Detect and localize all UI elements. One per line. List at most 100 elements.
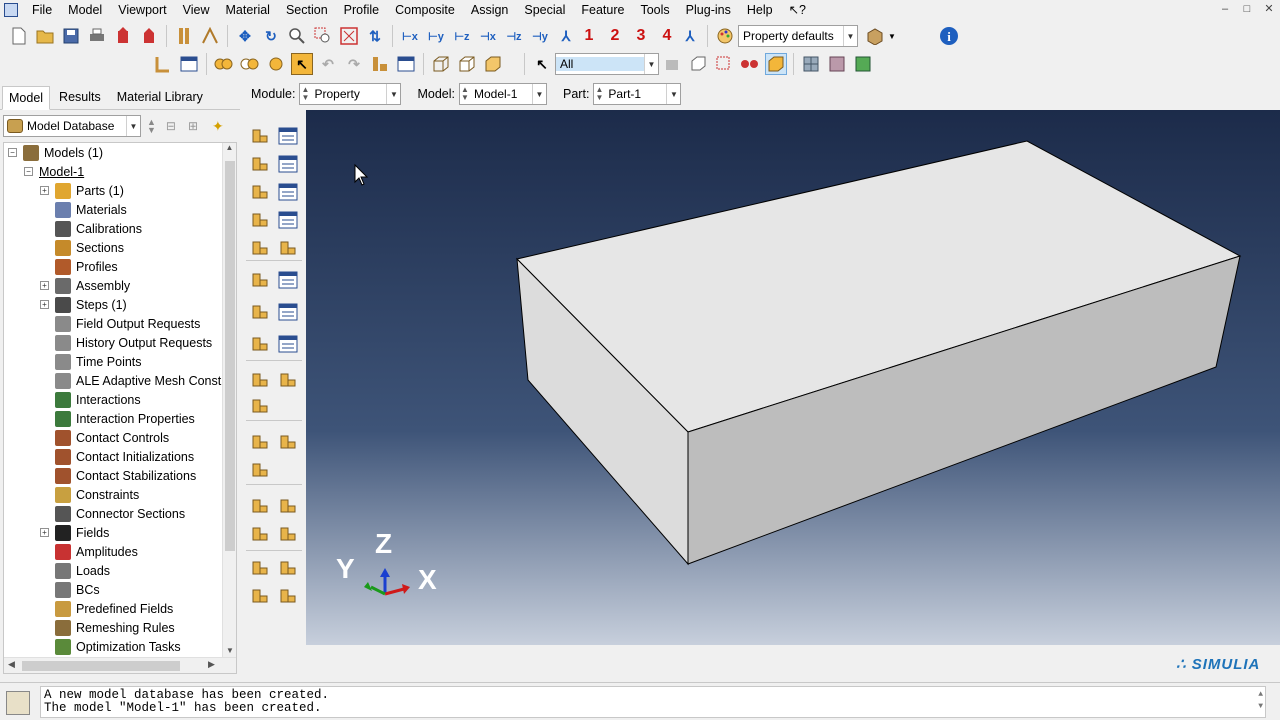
sort-arrows-icon[interactable]: ▲ ▼	[147, 118, 156, 135]
tree-item[interactable]: Amplitudes	[40, 542, 138, 561]
scroll-right-icon[interactable]: ▶	[208, 659, 215, 670]
menu-feature[interactable]: Feature	[573, 0, 632, 20]
lightbulb-icon[interactable]: ✦	[212, 118, 224, 135]
collapse-icon[interactable]: −	[24, 167, 33, 176]
skin-manager-icon[interactable]	[276, 300, 300, 324]
select-tool-icon[interactable]: ↖	[291, 53, 313, 75]
menu-material[interactable]: Material	[218, 0, 278, 20]
view-4-button[interactable]: 4	[657, 27, 677, 45]
tree-horizontal-scrollbar[interactable]: ◀ ▶	[4, 657, 236, 673]
scroll-up-icon[interactable]: ▲	[223, 143, 236, 152]
material-manager-icon[interactable]	[276, 124, 300, 148]
menu-assign[interactable]: Assign	[463, 0, 517, 20]
view-x-icon[interactable]: ⊢x	[399, 25, 421, 47]
tree-item[interactable]: Interaction Properties	[40, 409, 195, 428]
tree-item[interactable]: + Assembly	[40, 276, 130, 295]
assign-beam-icon[interactable]	[248, 236, 272, 260]
tab-model[interactable]: Model	[2, 86, 51, 110]
display-group-manager-icon[interactable]	[395, 53, 417, 75]
property-defaults-combo[interactable]: Property defaults ▼	[738, 25, 858, 47]
stringer-create-icon[interactable]	[248, 332, 272, 356]
stringer-manager-icon[interactable]	[276, 332, 300, 356]
tree-item[interactable]: − Model-1	[24, 162, 84, 181]
section-assign-manager-icon[interactable]	[276, 208, 300, 232]
partition-icon[interactable]	[248, 458, 272, 482]
composite-manager-icon[interactable]	[276, 268, 300, 292]
selection-method-icon[interactable]	[739, 53, 761, 75]
datum-axis-icon[interactable]	[276, 430, 300, 454]
model-combo[interactable]: ▲ ▼ Model-1 ▼	[459, 83, 548, 105]
assign-section-icon[interactable]	[248, 208, 272, 232]
section-manager-icon[interactable]	[276, 152, 300, 176]
menu-special[interactable]: Special	[516, 0, 573, 20]
close-button[interactable]: ✕	[1258, 0, 1280, 18]
menu-tools[interactable]: Tools	[632, 0, 677, 20]
tree-item[interactable]: Loads	[40, 561, 110, 580]
collapse-icon[interactable]: −	[8, 148, 17, 157]
iso-view-icon[interactable]: ⅄	[555, 25, 577, 47]
replace-selected-icon[interactable]	[213, 53, 235, 75]
remove-selected-icon[interactable]	[239, 53, 261, 75]
skin-create-icon[interactable]	[248, 300, 272, 324]
menu-profile[interactable]: Profile	[336, 0, 387, 20]
undo-icon[interactable]: ↶	[317, 53, 339, 75]
redo-icon[interactable]: ↷	[343, 53, 365, 75]
material-orient-icon[interactable]	[248, 522, 272, 546]
module-combo[interactable]: ▲ ▼ Property ▼	[299, 83, 402, 105]
cut-icon[interactable]	[276, 522, 300, 546]
menu-composite[interactable]: Composite	[387, 0, 463, 20]
special-inertia-icon[interactable]	[248, 368, 272, 392]
tab-results[interactable]: Results	[52, 85, 108, 109]
tab-material-library[interactable]: Material Library	[110, 85, 210, 109]
filter-tree-icon[interactable]: ⊞	[188, 119, 198, 133]
tree-item[interactable]: Constraints	[40, 485, 139, 504]
new-file-icon[interactable]	[8, 25, 30, 47]
edit-attribute-icon[interactable]	[248, 394, 272, 418]
rotate-icon[interactable]: ↻	[260, 25, 282, 47]
view-y-icon[interactable]: ⊢y	[425, 25, 447, 47]
view-neg-z-icon[interactable]: ⊣z	[503, 25, 525, 47]
expand-icon[interactable]: +	[40, 300, 49, 309]
view-3-button[interactable]: 3	[631, 27, 651, 45]
upload-icon[interactable]	[138, 25, 160, 47]
menu-file[interactable]: File	[24, 0, 60, 20]
select-shaded-icon[interactable]	[765, 53, 787, 75]
section-assign-icon[interactable]	[826, 53, 848, 75]
restore-button[interactable]: □	[1236, 0, 1258, 18]
composite-create-icon[interactable]	[248, 268, 272, 292]
csys-icon[interactable]: ⅄	[679, 25, 701, 47]
transform-icon[interactable]	[248, 584, 272, 608]
tree-item[interactable]: Contact Stabilizations	[40, 466, 196, 485]
material-create-icon[interactable]	[248, 124, 272, 148]
profile-manager-icon[interactable]	[276, 180, 300, 204]
part-manager-icon[interactable]	[152, 53, 174, 75]
tree-item[interactable]: Optimization Tasks	[40, 637, 181, 656]
save-icon[interactable]	[60, 25, 82, 47]
view-z-icon[interactable]: ⊢z	[451, 25, 473, 47]
expand-icon[interactable]: +	[40, 528, 49, 537]
tree-item[interactable]: + Steps (1)	[40, 295, 127, 314]
ruler-icon[interactable]	[173, 25, 195, 47]
view-neg-x-icon[interactable]: ⊣x	[477, 25, 499, 47]
menu-plug-ins[interactable]: Plug-ins	[678, 0, 739, 20]
drag-shape-icon[interactable]	[713, 53, 735, 75]
box-zoom-icon[interactable]	[312, 25, 334, 47]
view-neg-y-icon[interactable]: ⊣y	[529, 25, 551, 47]
render-style-icon[interactable]	[864, 25, 886, 47]
mesh-display-icon[interactable]	[800, 53, 822, 75]
tree-item[interactable]: Contact Initializations	[40, 447, 194, 466]
scrollbar-thumb[interactable]	[22, 661, 180, 671]
open-folder-icon[interactable]	[34, 25, 56, 47]
print-icon[interactable]	[86, 25, 108, 47]
part-combo[interactable]: ▲ ▼ Part-1 ▼	[593, 83, 682, 105]
section-create-icon[interactable]	[248, 152, 272, 176]
scroll-down-icon[interactable]: ▼	[223, 646, 236, 655]
view-2-button[interactable]: 2	[605, 27, 625, 45]
cut-plane-icon[interactable]	[852, 53, 874, 75]
menu-help[interactable]: Help	[739, 0, 781, 20]
message-scroll-icon[interactable]: ▲ ▼	[1258, 689, 1263, 713]
expand-icon[interactable]: +	[40, 281, 49, 290]
color-palette-icon[interactable]	[714, 25, 736, 47]
tree-item[interactable]: History Output Requests	[40, 333, 212, 352]
auto-fit-icon[interactable]	[338, 25, 360, 47]
